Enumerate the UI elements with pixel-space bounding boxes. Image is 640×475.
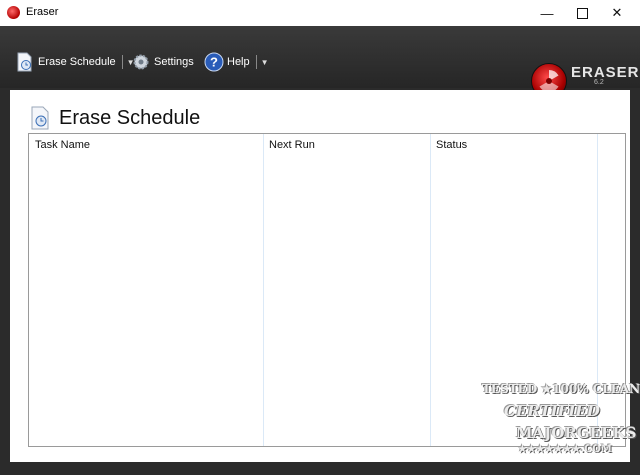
toolbar: Erase Schedule ▼ Settings ? Help ▼ ERASE… (0, 26, 640, 99)
maximize-icon (576, 7, 588, 19)
svg-text:?: ? (210, 55, 218, 70)
minimize-icon: — (540, 5, 554, 21)
window-title: Eraser (26, 6, 59, 18)
erase-schedule-button[interactable]: Erase Schedule ▼ (15, 52, 135, 72)
help-label: Help (227, 56, 250, 68)
settings-button[interactable]: Settings (131, 52, 194, 72)
separator (121, 55, 123, 69)
close-button[interactable]: ✕ (594, 0, 640, 26)
help-button[interactable]: ? Help ▼ (204, 52, 269, 72)
title-bar: Eraser — ✕ (0, 0, 640, 26)
logo-version: 6.2 (594, 79, 604, 86)
schedule-document-icon (29, 106, 51, 135)
separator (255, 55, 257, 69)
column-next-run: Next Run (264, 134, 431, 446)
logo-text: ERASER (571, 64, 640, 81)
watermark-line: ★★★★★★★.COM (518, 444, 612, 455)
eraser-app-icon (7, 6, 20, 19)
erase-schedule-label: Erase Schedule (38, 56, 116, 68)
watermark-line: MAJORGEEKS (516, 424, 637, 442)
majorgeeks-watermark: TESTED ★100% CLEAN CERTIFIED MAJORGEEKS … (482, 382, 640, 464)
settings-label: Settings (154, 56, 194, 68)
schedule-document-icon (15, 52, 35, 72)
watermark-line: TESTED ★100% CLEAN (482, 382, 640, 396)
gear-icon (131, 52, 151, 72)
column-task-name: Task Name (29, 134, 264, 446)
help-icon: ? (204, 52, 224, 72)
column-header-status[interactable]: Status (436, 139, 467, 151)
column-header-task-name[interactable]: Task Name (35, 139, 90, 151)
watermark-line: CERTIFIED (504, 402, 600, 420)
page-title: Erase Schedule (59, 107, 201, 129)
column-header-next-run[interactable]: Next Run (269, 139, 315, 151)
close-icon: ✕ (611, 5, 623, 20)
chevron-down-icon[interactable]: ▼ (261, 58, 269, 67)
